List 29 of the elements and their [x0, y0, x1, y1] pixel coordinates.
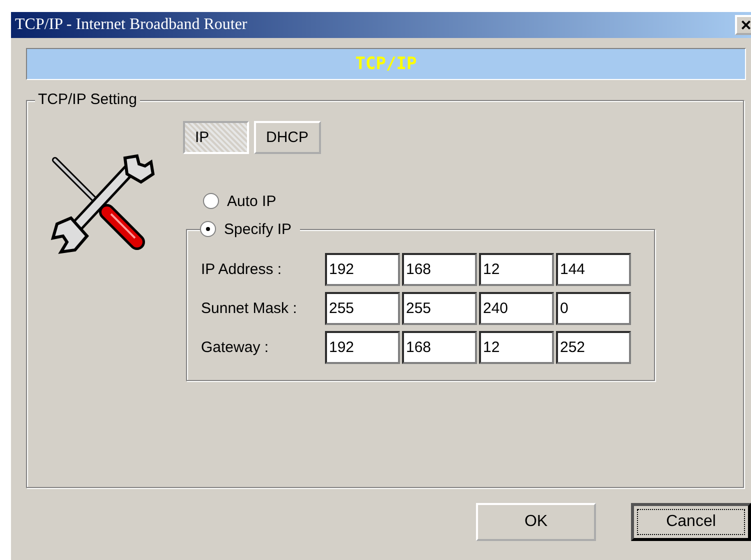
- field-label: Gateway :: [201, 339, 270, 356]
- field-label: Sunnet Mask :: [201, 300, 298, 317]
- input-field[interactable]: 144: [556, 253, 631, 286]
- input-field[interactable]: 0: [556, 292, 631, 325]
- radio-option[interactable]: Specify IP: [200, 218, 292, 240]
- input-field[interactable]: 192: [325, 331, 400, 364]
- input-field[interactable]: 168: [402, 331, 477, 364]
- radio-button[interactable]: [200, 221, 216, 237]
- input-field[interactable]: 255: [402, 292, 477, 325]
- tab[interactable]: DHCP: [254, 121, 321, 154]
- input-field[interactable]: 192: [325, 253, 400, 286]
- tab[interactable]: IP: [183, 121, 249, 154]
- input-field[interactable]: 252: [556, 331, 631, 364]
- banner-title: TCP/IP: [355, 54, 417, 74]
- input-field[interactable]: 240: [479, 292, 554, 325]
- dialog-button[interactable]: OK: [476, 503, 596, 541]
- radio-label: Specify IP: [224, 220, 292, 238]
- input-field[interactable]: 255: [325, 292, 400, 325]
- input-field[interactable]: 12: [479, 253, 554, 286]
- input-field[interactable]: 168: [402, 253, 477, 286]
- close-button[interactable]: ×: [735, 15, 751, 35]
- radio-option[interactable]: Auto IP: [203, 190, 655, 212]
- field-label: IP Address :: [201, 261, 283, 278]
- radio-button[interactable]: [203, 193, 219, 209]
- window-title: TCP/IP - Internet Broadband Router: [15, 16, 248, 34]
- group-title: TCP/IP Setting: [35, 91, 140, 108]
- dialog-button[interactable]: Cancel: [631, 503, 751, 541]
- input-field[interactable]: 12: [479, 331, 554, 364]
- radio-label: Auto IP: [227, 192, 276, 210]
